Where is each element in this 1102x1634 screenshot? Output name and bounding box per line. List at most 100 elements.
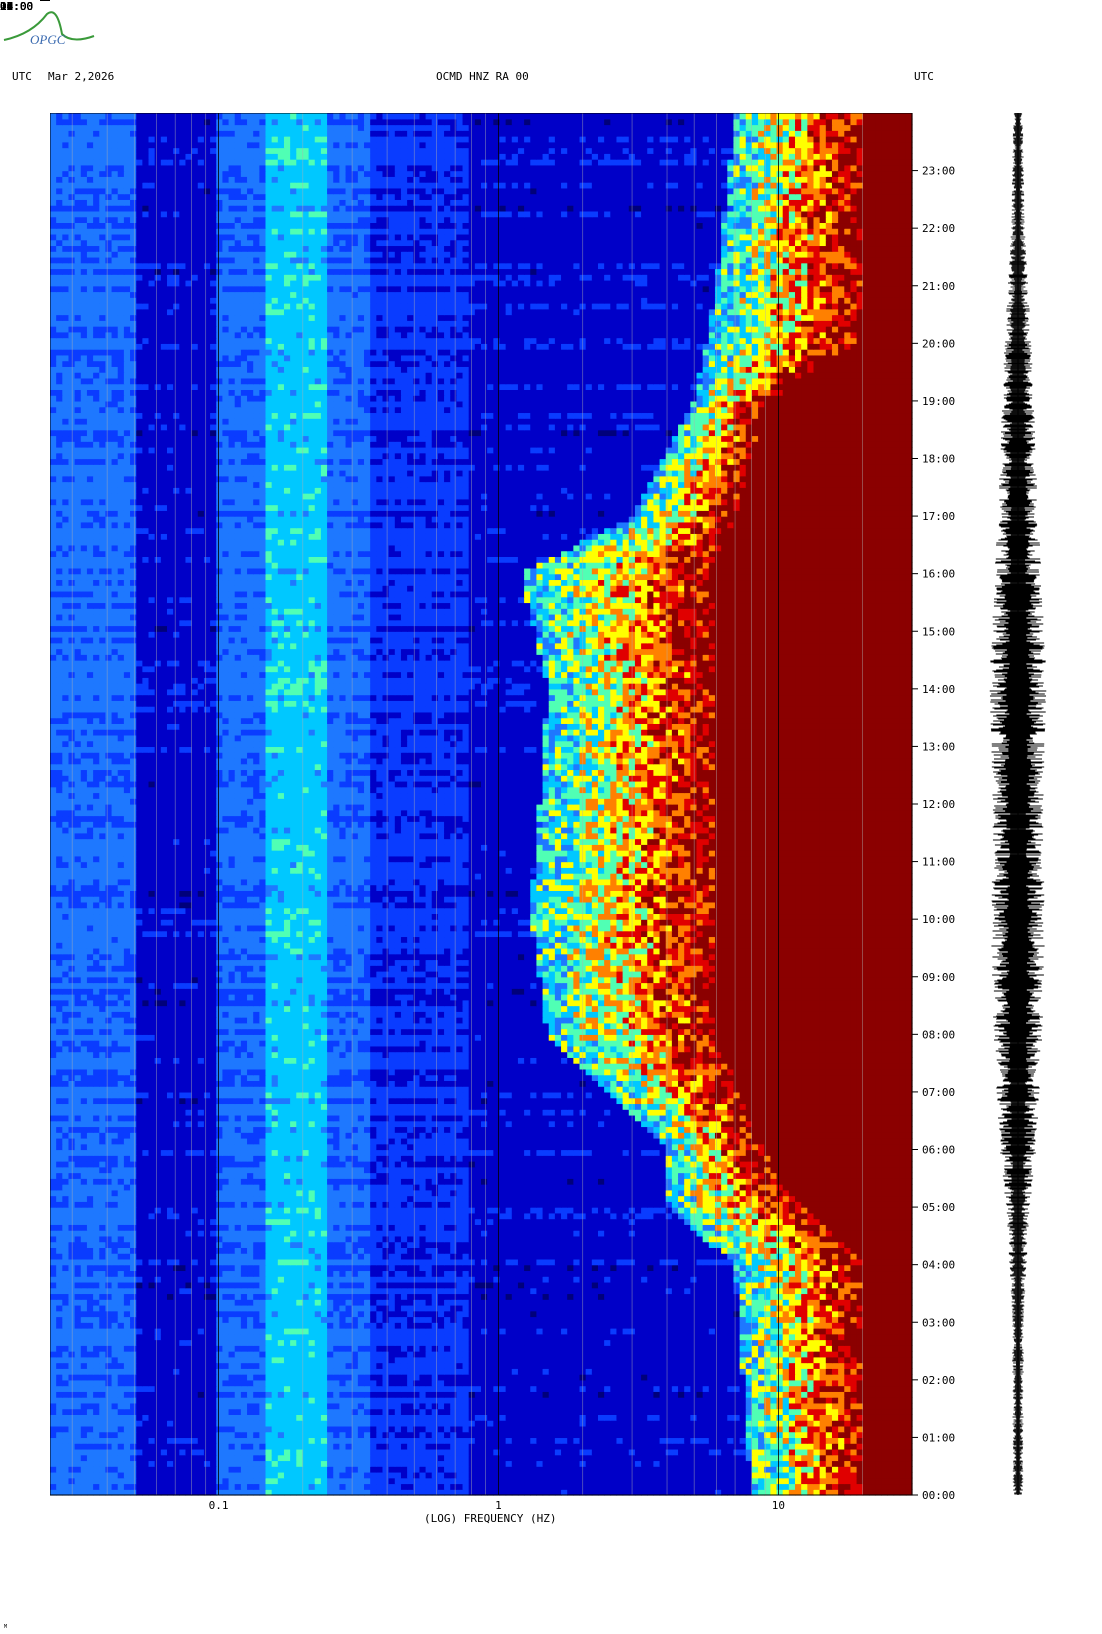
spectrogram-cell	[543, 1449, 550, 1455]
spectrogram-cell	[81, 1483, 88, 1489]
spectrogram-cell	[733, 1449, 740, 1455]
spectrogram-cell	[419, 1443, 426, 1449]
spectrogram-cell	[118, 1449, 125, 1455]
spectrogram-cell	[179, 1443, 186, 1449]
spectrogram-cell	[777, 1460, 784, 1466]
spectrogram-cell	[801, 1466, 808, 1472]
spectrogram-cell	[382, 1472, 389, 1478]
spectrogram-cell	[376, 1478, 383, 1484]
spectrogram-cell	[444, 1443, 451, 1449]
spectrogram-cell	[592, 1443, 599, 1449]
spectrogram-cell	[68, 1466, 75, 1472]
spectrogram-cell	[863, 1472, 870, 1478]
spectrogram-cell	[586, 1449, 593, 1455]
spectrogram-cell	[253, 1472, 260, 1478]
spectrogram-cell	[358, 1449, 365, 1455]
spectrogram-cell	[715, 1449, 722, 1455]
spectrogram-cell	[543, 1460, 550, 1466]
spectrogram-cell	[290, 1460, 297, 1466]
spectrogram-cell	[389, 1466, 396, 1472]
spectrogram-cell	[161, 1455, 168, 1461]
spectrogram-cell	[432, 1455, 439, 1461]
spectrogram-cell	[272, 1460, 279, 1466]
spectrogram-cell	[444, 1460, 451, 1466]
spectrogram-cell	[512, 1483, 519, 1489]
spectrogram-cell	[610, 1478, 617, 1484]
spectrogram-cell	[697, 1472, 704, 1478]
spectrogram-cell	[709, 1478, 716, 1484]
spectrogram-cell	[795, 1443, 802, 1449]
spectrogram-cell	[530, 1449, 537, 1455]
spectrogram-cell	[161, 1472, 168, 1478]
spectrogram-cell	[302, 1455, 309, 1461]
spectrogram-cell	[395, 1449, 402, 1455]
spectrogram-cell	[198, 1466, 205, 1472]
spectrogram-cell	[444, 1449, 451, 1455]
spectrogram-cell	[826, 1455, 833, 1461]
spectrogram-cell	[333, 1455, 340, 1461]
spectrogram-cell	[229, 1449, 236, 1455]
spectrogram-cell	[727, 1483, 734, 1489]
spectrogram-cell	[487, 1443, 494, 1449]
spectrogram-cell	[493, 1483, 500, 1489]
spectrogram-cell	[192, 1478, 199, 1484]
spectrogram-cell	[894, 1455, 901, 1461]
spectrogram-cell	[241, 1455, 248, 1461]
spectrogram-cell	[346, 1478, 353, 1484]
spectrogram-cell	[475, 1478, 482, 1484]
spectrogram-cell	[259, 1472, 266, 1478]
spectrogram-cell	[869, 1466, 876, 1472]
spectrogram-cell	[56, 1478, 63, 1484]
spectrogram-cell	[216, 1437, 223, 1443]
spectrogram-cell	[592, 1449, 599, 1455]
spectrogram-cell	[684, 1472, 691, 1478]
spectrogram-cell	[469, 1437, 476, 1443]
spectrogram-cell	[536, 1443, 543, 1449]
spectrogram-cell	[586, 1455, 593, 1461]
spectrogram-cell	[99, 1483, 106, 1489]
spectrogram-cell	[777, 1449, 784, 1455]
spectrogram-cell	[481, 1455, 488, 1461]
spectrogram-cell	[118, 1483, 125, 1489]
spectrogram-cell	[136, 1472, 143, 1478]
spectrogram-cell	[616, 1437, 623, 1443]
spectrogram-cell	[598, 1483, 605, 1489]
spectrogram-cell	[333, 1466, 340, 1472]
spectrogram-cell	[259, 1478, 266, 1484]
spectrogram-cell	[506, 1466, 513, 1472]
spectrogram-cell	[376, 1483, 383, 1489]
spectrogram-cell	[290, 1455, 297, 1461]
spectrogram-cell	[549, 1460, 556, 1466]
spectrogram-cell	[863, 1478, 870, 1484]
spectrogram-cell	[567, 1466, 574, 1472]
spectrogram-cell	[112, 1466, 119, 1472]
spectrogram-cell	[900, 1443, 907, 1449]
spectrogram-cell	[697, 1443, 704, 1449]
spectrogram-cell	[204, 1472, 211, 1478]
spectrogram-cell	[672, 1455, 679, 1461]
spectrogram-cell	[635, 1483, 642, 1489]
spectrogram-cell	[327, 1472, 334, 1478]
spectrogram-cell	[438, 1472, 445, 1478]
spectrogram-cell	[315, 1449, 322, 1455]
spectrogram-cell	[672, 1483, 679, 1489]
spectrogram-cell	[68, 1449, 75, 1455]
spectrogram-cell	[432, 1478, 439, 1484]
spectrogram-cell	[290, 1437, 297, 1443]
spectrogram-cell	[857, 1455, 864, 1461]
spectrogram-cell	[284, 1437, 291, 1443]
spectrogram-cell	[149, 1478, 156, 1484]
spectrogram-cell	[62, 1472, 69, 1478]
spectrogram-cell	[598, 1460, 605, 1466]
spectrogram-cell	[309, 1443, 316, 1449]
spectrogram-cell	[118, 1437, 125, 1443]
spectrogram-cell	[302, 1449, 309, 1455]
spectrogram-cell	[900, 1455, 907, 1461]
spectrogram-cell	[93, 1466, 100, 1472]
spectrogram-cell	[105, 1449, 112, 1455]
spectrogram-cell	[518, 1449, 525, 1455]
spectrogram-cell	[222, 1437, 229, 1443]
spectrogram-cell	[173, 1472, 180, 1478]
spectrogram-cell	[93, 1472, 100, 1478]
spectrogram-cell	[438, 1449, 445, 1455]
